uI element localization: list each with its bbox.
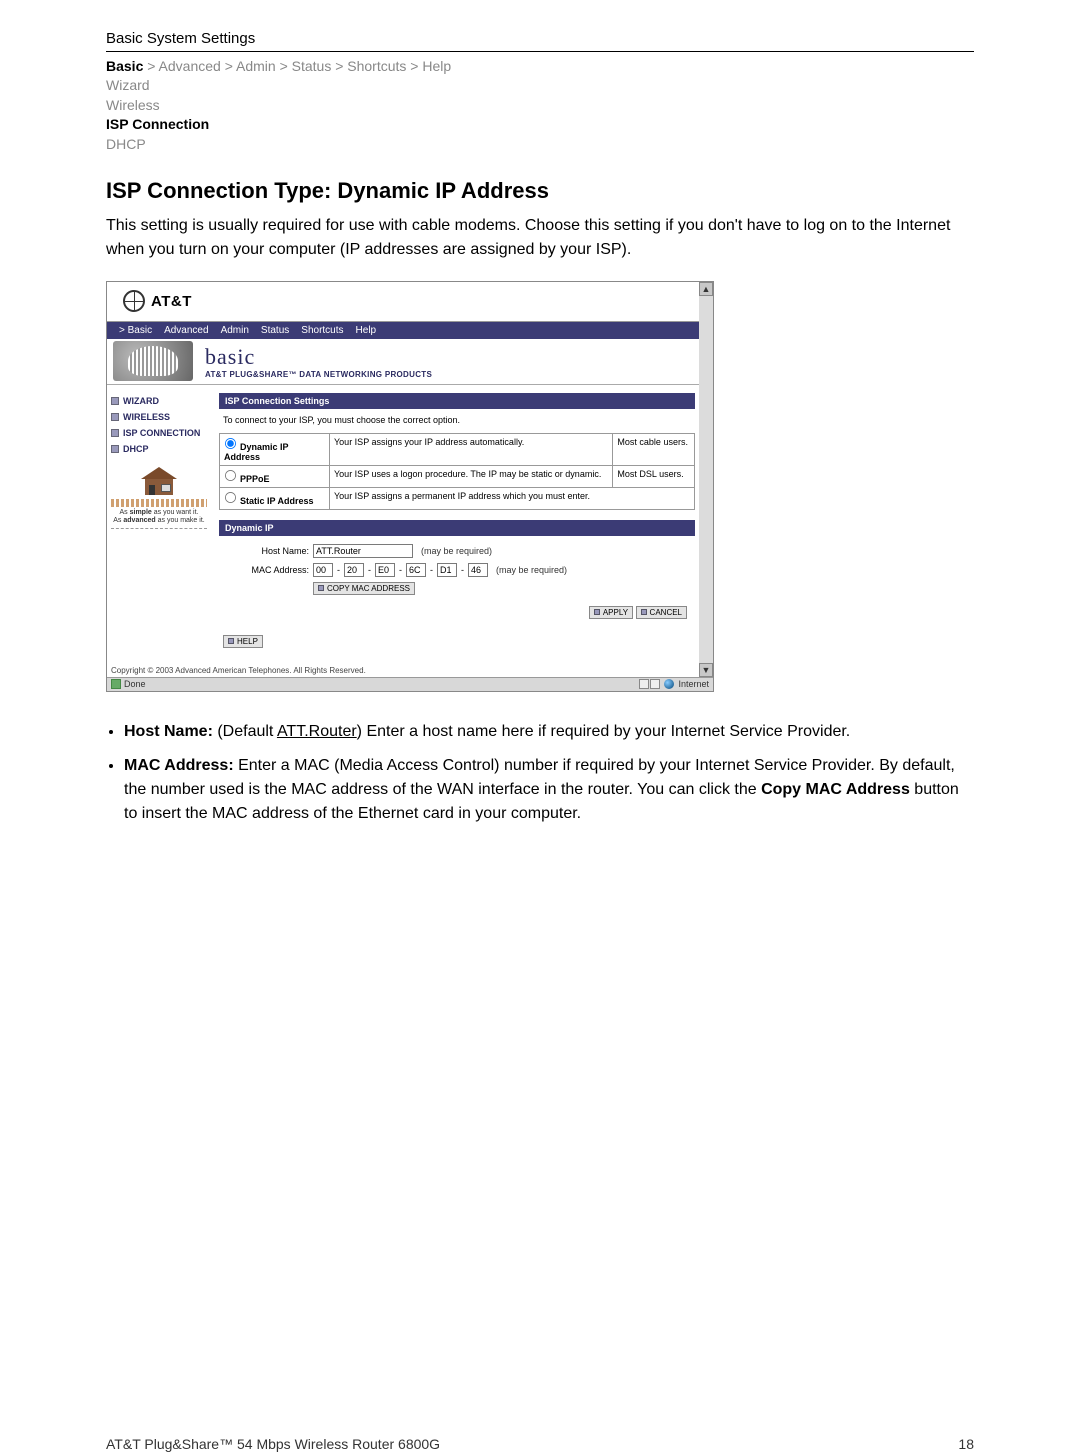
topnav-basic[interactable]: > Basic [115, 325, 156, 336]
promo-bars-icon [111, 499, 207, 507]
panel: ISP Connection Settings To connect to yo… [219, 393, 695, 656]
topnav-shortcuts[interactable]: Shortcuts [297, 325, 347, 336]
banner: basic AT&T PLUG&SHARE™ DATA NETWORKING P… [107, 339, 699, 385]
opt-pppoe-label: PPPoE [240, 474, 270, 484]
mac-input-2[interactable] [344, 563, 364, 577]
nav-wireless: Wireless [106, 96, 974, 116]
breadcrumb-rest: > Advanced > Admin > Status > Shortcuts … [143, 58, 451, 74]
nav-dhcp: DHCP [106, 135, 974, 155]
table-row: PPPoE Your ISP uses a logon procedure. T… [220, 465, 695, 487]
scrollbar-down-icon[interactable]: ▼ [699, 663, 713, 677]
mac-input-5[interactable] [437, 563, 457, 577]
page-title: ISP Connection Type: Dynamic IP Address [106, 178, 974, 204]
status-bar: Done Internet [107, 677, 713, 691]
house-icon [141, 467, 177, 495]
promo-line1: As simple as you want it. [111, 509, 207, 517]
form-area: Host Name: (may be required) MAC Address… [219, 536, 695, 656]
status-done: Done [124, 679, 146, 689]
topnav-advanced[interactable]: Advanced [160, 325, 212, 336]
zone-boxes-icon [639, 679, 660, 689]
sidemenu-dhcp[interactable]: DHCP [111, 441, 207, 457]
mac-label: MAC Address: [223, 565, 309, 575]
topnav-status[interactable]: Status [257, 325, 293, 336]
sidemenu: WIZARD WIRELESS ISP CONNECTION DHCP As s… [111, 393, 207, 656]
status-internet: Internet [678, 679, 709, 689]
opt-dynamic-note: Most cable users. [613, 433, 695, 465]
bullet-icon [111, 445, 119, 453]
topnav: > Basic Advanced Admin Status Shortcuts … [107, 322, 699, 339]
bullet-icon [111, 413, 119, 421]
opt-static-label: Static IP Address [240, 496, 314, 506]
breadcrumb: Basic > Advanced > Admin > Status > Shor… [106, 58, 974, 74]
host-hint: (may be required) [421, 546, 492, 556]
host-label: Host Name: [223, 546, 309, 556]
instruction-list: Host Name: (Default ATT.Router) Enter a … [124, 720, 974, 826]
apply-button[interactable]: APPLY [589, 606, 633, 619]
topnav-help[interactable]: Help [352, 325, 381, 336]
sidemenu-wireless[interactable]: WIRELESS [111, 409, 207, 425]
brand-text: AT&T [151, 293, 192, 310]
table-row: Dynamic IP Address Your ISP assigns your… [220, 433, 695, 465]
done-icon [111, 679, 121, 689]
list-item: Host Name: (Default ATT.Router) Enter a … [124, 720, 974, 744]
opt-pppoe-desc: Your ISP uses a logon procedure. The IP … [330, 465, 613, 487]
bullet-icon [111, 397, 119, 405]
btn-dot-icon [594, 609, 600, 615]
nav-isp: ISP Connection [106, 115, 974, 135]
radio-pppoe[interactable] [225, 470, 236, 481]
default-underline: ATT.Router [277, 723, 357, 740]
btn-dot-icon [641, 609, 647, 615]
list-item: MAC Address: Enter a MAC (Media Access C… [124, 754, 974, 826]
banner-small: AT&T PLUG&SHARE™ DATA NETWORKING PRODUCT… [205, 370, 432, 379]
btn-dot-icon [228, 638, 234, 644]
panel-text: To connect to your ISP, you must choose … [219, 409, 695, 433]
sidemenu-wizard[interactable]: WIZARD [111, 393, 207, 409]
footer-right: 18 [958, 1436, 974, 1452]
scrollbar-up-icon[interactable]: ▲ [699, 282, 713, 296]
panel-header: ISP Connection Settings [219, 393, 695, 409]
globe-icon [123, 290, 145, 312]
host-name-input[interactable] [313, 544, 413, 558]
isp-options-table: Dynamic IP Address Your ISP assigns your… [219, 433, 695, 510]
opt-static-desc: Your ISP assigns a permanent IP address … [330, 487, 695, 509]
internet-icon [664, 679, 674, 689]
copyright: Copyright © 2003 Advanced American Telep… [107, 662, 699, 677]
breadcrumb-basic: Basic [106, 58, 143, 74]
left-nav: Wizard Wireless ISP Connection DHCP [106, 76, 974, 154]
footer-left: AT&T Plug&Share™ 54 Mbps Wireless Router… [106, 1436, 440, 1452]
screenshot: ▲ ▼ AT&T > Basic Advanced Admin Status S… [106, 281, 714, 692]
cancel-button[interactable]: CANCEL [636, 606, 687, 619]
page-header: Basic System Settings [106, 30, 974, 52]
bullet-icon [111, 429, 119, 437]
topnav-admin[interactable]: Admin [217, 325, 253, 336]
opt-dynamic-desc: Your ISP assigns your IP address automat… [330, 433, 613, 465]
radio-static[interactable] [225, 492, 236, 503]
sidemenu-isp[interactable]: ISP CONNECTION [111, 425, 207, 441]
nav-wizard: Wizard [106, 76, 974, 96]
banner-big: basic [205, 344, 432, 370]
help-button[interactable]: HELP [223, 635, 263, 648]
btn-dot-icon [318, 585, 324, 591]
table-row: Static IP Address Your ISP assigns a per… [220, 487, 695, 509]
page-footer: AT&T Plug&Share™ 54 Mbps Wireless Router… [0, 1436, 1080, 1452]
host-name-label: Host Name: [124, 723, 213, 740]
brand-bar: AT&T [107, 282, 699, 322]
mac-input-1[interactable] [313, 563, 333, 577]
mac-input-6[interactable] [468, 563, 488, 577]
intro-text: This setting is usually required for use… [106, 214, 974, 260]
mac-address-label: MAC Address: [124, 757, 234, 774]
copy-mac-text: Copy MAC Address [761, 781, 910, 798]
promo-line2: As advanced as you make it. [111, 517, 207, 525]
mac-input-4[interactable] [406, 563, 426, 577]
side-promo: As simple as you want it. As advanced as… [111, 467, 207, 529]
radio-dynamic[interactable] [225, 438, 236, 449]
banner-image [113, 341, 193, 381]
mac-hint: (may be required) [496, 565, 567, 575]
panel-subheader: Dynamic IP [219, 520, 695, 536]
mac-input-3[interactable] [375, 563, 395, 577]
opt-pppoe-note: Most DSL users. [613, 465, 695, 487]
copy-mac-button[interactable]: COPY MAC ADDRESS [313, 582, 415, 595]
